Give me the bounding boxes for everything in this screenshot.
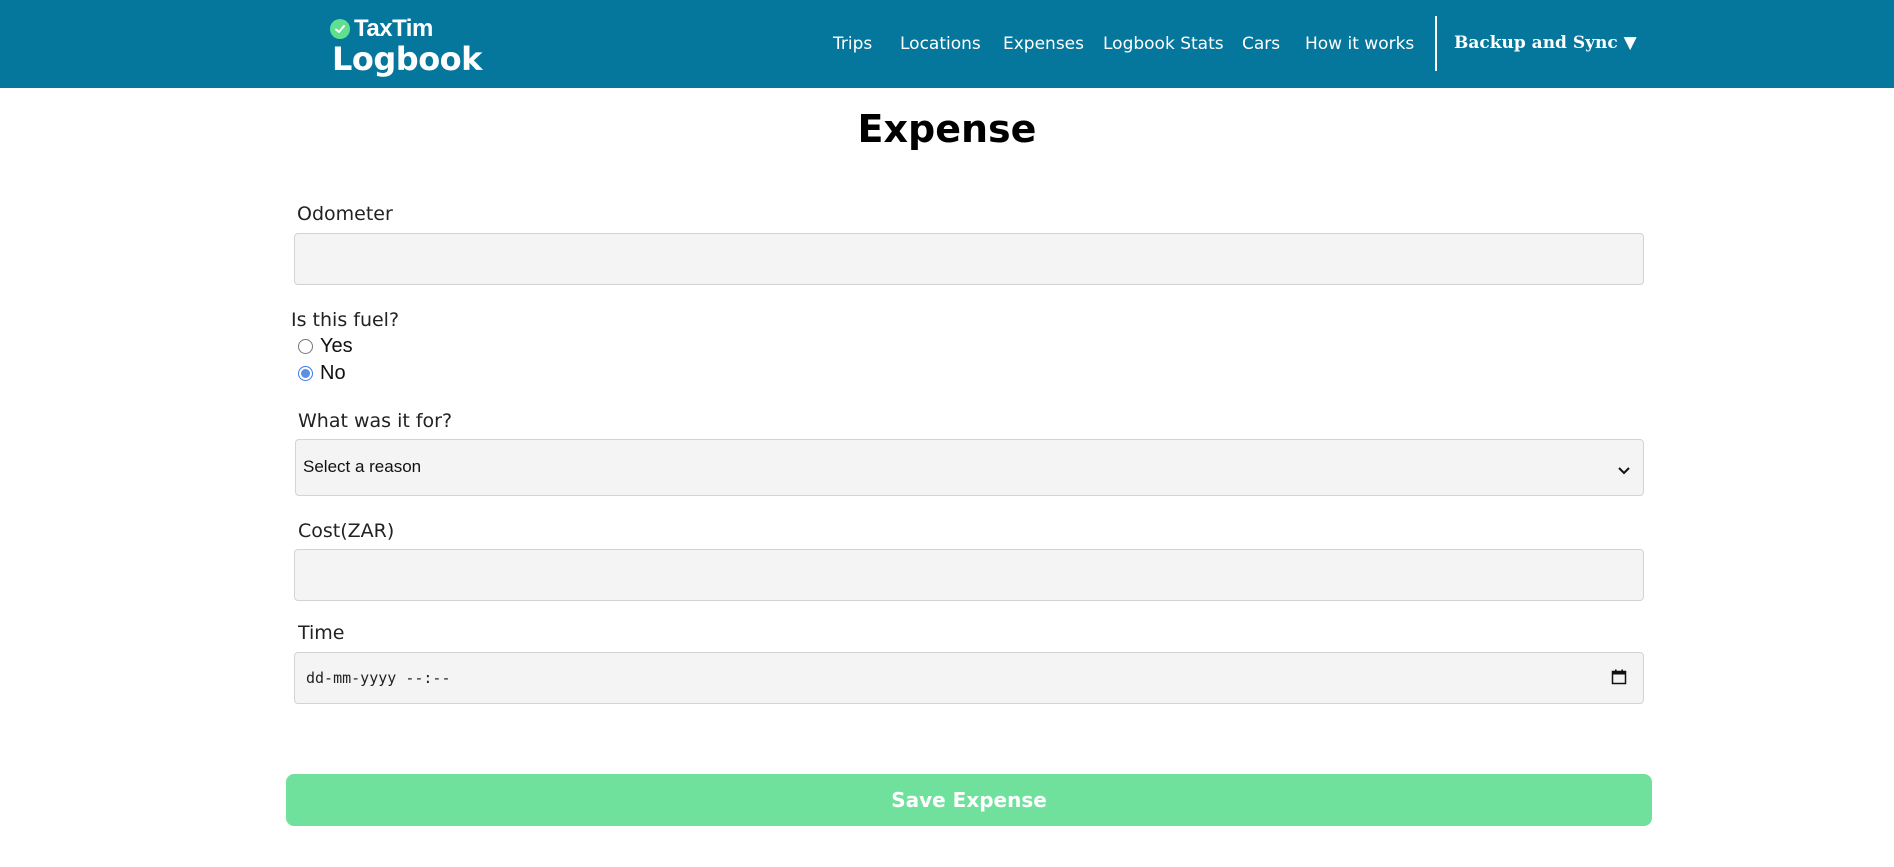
- top-navbar: TaxTim Logbook Trips Locations Expenses …: [0, 0, 1894, 88]
- nav-how-it-works[interactable]: How it works: [1305, 33, 1414, 55]
- reason-label: What was it for?: [298, 410, 453, 432]
- check-circle-icon: [330, 19, 350, 39]
- fuel-no-label[interactable]: No: [320, 361, 346, 385]
- reason-select[interactable]: Select a reason: [295, 439, 1644, 496]
- fuel-question-label: Is this fuel?: [291, 309, 400, 331]
- nav-logbook-stats[interactable]: Logbook Stats: [1103, 33, 1224, 55]
- brand-logbook: Logbook: [332, 40, 482, 78]
- fuel-yes-label[interactable]: Yes: [320, 334, 353, 358]
- nav-divider: [1435, 16, 1437, 71]
- taxtim-logbook-logo[interactable]: TaxTim Logbook: [330, 15, 482, 78]
- odometer-input[interactable]: [294, 233, 1644, 285]
- nav-trips[interactable]: Trips: [833, 33, 872, 55]
- calendar-icon[interactable]: [1611, 669, 1627, 689]
- time-placeholder: dd-mm-yyyy --:--: [306, 669, 451, 687]
- time-input[interactable]: dd-mm-yyyy --:--: [294, 652, 1644, 704]
- page-title: Expense: [857, 107, 1037, 151]
- cost-label: Cost(ZAR): [298, 520, 395, 542]
- save-expense-button[interactable]: Save Expense: [286, 774, 1652, 826]
- brand-taxtim: TaxTim: [354, 15, 433, 42]
- cost-input[interactable]: [294, 549, 1644, 601]
- nav-cars[interactable]: Cars: [1242, 33, 1280, 55]
- fuel-no-radio[interactable]: [298, 366, 313, 381]
- chevron-down-icon: [1617, 461, 1631, 480]
- backup-sync-menu[interactable]: Backup and Sync ▼: [1454, 32, 1637, 54]
- fuel-yes-radio[interactable]: [298, 339, 313, 354]
- reason-select-value: Select a reason: [303, 457, 422, 476]
- odometer-label: Odometer: [297, 203, 393, 225]
- nav-expenses[interactable]: Expenses: [1003, 33, 1084, 55]
- nav-locations[interactable]: Locations: [900, 33, 981, 55]
- time-label: Time: [298, 622, 345, 644]
